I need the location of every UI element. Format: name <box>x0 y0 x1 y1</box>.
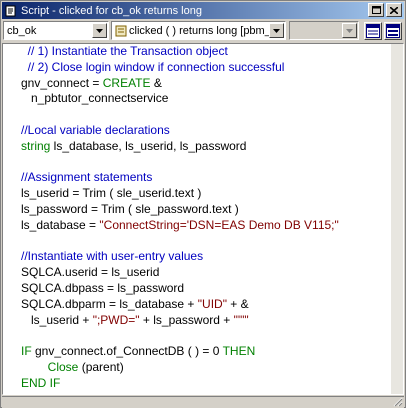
code-token: SQLCA.dbpass = ls_password <box>21 280 185 295</box>
maximize-button[interactable] <box>368 3 384 17</box>
window-title: Script - clicked for cb_ok returns long <box>21 4 202 17</box>
code-area[interactable]: // 1) Instantiate the Transaction object… <box>3 44 391 394</box>
code-line[interactable]: ls_userid = Trim ( sle_userid.text ) <box>3 186 391 202</box>
code-token: IF <box>21 344 32 359</box>
code-token: //Local variable declarations <box>21 122 170 137</box>
code-token: ls_userid + <box>21 312 93 327</box>
code-token: "'"" <box>233 312 249 327</box>
maximize-icon <box>371 6 381 14</box>
code-line[interactable] <box>3 234 391 250</box>
code-line[interactable]: ls_database = "ConnectString='DSN=EAS De… <box>3 218 391 234</box>
layout-rows-icon <box>366 24 380 38</box>
script-toolbar: cb_ok clicked ( ) returns long [pbm_ <box>2 20 404 42</box>
code-token: gnv_connect.of_ConnectDB ( ) = 0 <box>31 344 223 359</box>
ancestor-select-dropdown[interactable] <box>342 23 357 38</box>
object-select-value: cb_ok <box>7 24 37 37</box>
code-token: SQLCA.userid = ls_userid <box>21 265 160 280</box>
code-token: ls_database, ls_userid, ls_password <box>50 138 247 153</box>
event-select[interactable]: clicked ( ) returns long [pbm_ <box>111 21 286 40</box>
chevron-down-icon <box>346 28 353 33</box>
code-token: gnv_connect = <box>21 75 103 90</box>
code-token: (parent) <box>78 359 124 374</box>
resize-grip-icon[interactable] <box>393 397 403 407</box>
code-line[interactable] <box>3 107 391 123</box>
code-token: CREATE <box>102 75 151 90</box>
close-icon <box>390 6 398 14</box>
code-line[interactable] <box>3 328 391 344</box>
object-select[interactable]: cb_ok <box>3 21 109 40</box>
code-token: //Instantiate with user-entry values <box>21 249 204 264</box>
code-line[interactable]: SQLCA.dbpass = ls_password <box>3 281 391 297</box>
code-line[interactable]: ls_userid + ";PWD=" + ls_password + "'"" <box>3 313 391 329</box>
code-line[interactable]: //Assignment statements <box>3 170 391 186</box>
close-button[interactable] <box>386 3 402 17</box>
chevron-down-icon <box>96 28 103 33</box>
code-token: ls_database = <box>21 217 100 232</box>
vertical-scrollbar[interactable] <box>391 44 403 394</box>
code-token: Close <box>21 359 79 374</box>
code-line[interactable]: n_pbtutor_connectservice <box>3 91 391 107</box>
title-bar[interactable]: Script - clicked for cb_ok returns long <box>2 2 404 19</box>
ancestor-select[interactable] <box>289 21 359 40</box>
code-line[interactable]: // 2) Close login window if connection s… <box>3 60 391 76</box>
code-token: SQLCA.dbparm = ls_database + <box>21 296 198 311</box>
event-select-dropdown[interactable] <box>269 23 284 38</box>
script-window: Script - clicked for cb_ok returns long … <box>0 0 406 408</box>
object-select-dropdown[interactable] <box>92 23 107 38</box>
code-token: // 2) Close login window if connection s… <box>21 59 285 74</box>
list-view-button[interactable] <box>384 22 402 40</box>
code-line[interactable]: //Instantiate with user-entry values <box>3 249 391 265</box>
script-editor[interactable]: // 1) Instantiate the Transaction object… <box>2 43 404 395</box>
code-line[interactable]: SQLCA.userid = ls_userid <box>3 265 391 281</box>
status-bar <box>2 396 404 408</box>
layout-list-icon <box>386 24 400 38</box>
code-token: "UID" <box>197 296 227 311</box>
code-line[interactable]: END IF <box>3 376 391 392</box>
code-token: END IF <box>21 375 61 390</box>
code-token: + ls_password + <box>139 312 234 327</box>
chevron-down-icon <box>273 28 280 33</box>
code-token: & <box>150 75 162 90</box>
code-line[interactable]: ls_password = Trim ( sle_password.text ) <box>3 202 391 218</box>
code-token: n_pbtutor_connectservice <box>21 91 169 106</box>
code-line[interactable]: string ls_database, ls_userid, ls_passwo… <box>3 139 391 155</box>
code-token: "ConnectString='DSN=EAS Demo DB V115;" <box>99 217 339 232</box>
code-token: ";PWD=" <box>92 312 140 327</box>
code-line[interactable]: gnv_connect = CREATE & <box>3 76 391 92</box>
code-token: string <box>21 138 51 153</box>
code-token: + & <box>226 296 249 311</box>
script-app-icon <box>4 4 18 18</box>
code-line[interactable]: //Local variable declarations <box>3 123 391 139</box>
layout-view-button[interactable] <box>364 22 382 40</box>
code-token: ls_userid = Trim ( sle_userid.text ) <box>21 186 202 201</box>
code-line[interactable]: Close (parent) <box>3 360 391 376</box>
code-line[interactable]: SQLCA.dbparm = ls_database + "UID" + & <box>3 297 391 313</box>
event-icon <box>115 25 127 36</box>
code-token: // 1) Instantiate the Transaction object <box>21 44 228 58</box>
code-token: THEN <box>222 344 256 359</box>
event-select-value: clicked ( ) returns long [pbm_ <box>129 24 269 37</box>
code-line[interactable]: IF gnv_connect.of_ConnectDB ( ) = 0 THEN <box>3 344 391 360</box>
code-token: ls_password = Trim ( sle_password.text ) <box>21 201 239 216</box>
code-token: //Assignment statements <box>21 170 153 185</box>
code-line[interactable]: // 1) Instantiate the Transaction object <box>3 44 391 60</box>
code-line[interactable] <box>3 155 391 171</box>
